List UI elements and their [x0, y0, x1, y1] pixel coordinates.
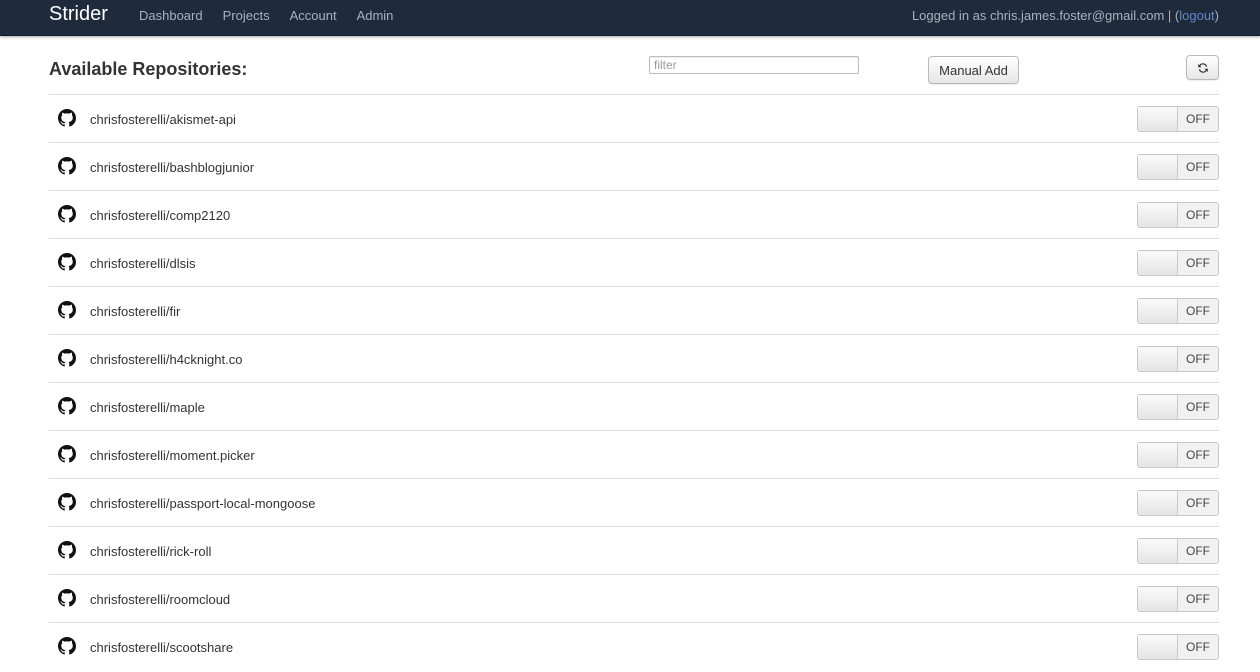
nav-dashboard-link[interactable]: Dashboard [129, 9, 213, 23]
github-icon [58, 589, 76, 607]
repo-name[interactable]: chrisfosterelli/roomcloud [90, 592, 230, 607]
toggle-off-label: OFF [1178, 587, 1218, 611]
github-icon [58, 637, 76, 655]
logged-in-text: Logged in as chris.james.foster@gmail.co… [911, 8, 1180, 23]
toggle-off-label: OFF [1178, 395, 1218, 419]
repository-list: chrisfosterelli/akismet-api OFF chrisfos… [49, 94, 1219, 670]
repo-name[interactable]: chrisfosterelli/scootshare [90, 640, 233, 655]
repo-toggle[interactable]: OFF [1137, 298, 1219, 324]
toggle-off-label: OFF [1178, 107, 1218, 131]
repo-row: chrisfosterelli/scootshare OFF [49, 622, 1219, 670]
nav-admin-link[interactable]: Admin [347, 9, 404, 23]
repo-name[interactable]: chrisfosterelli/dlsis [90, 256, 195, 271]
toggle-knob [1138, 635, 1178, 659]
repo-toggle[interactable]: OFF [1137, 394, 1219, 420]
repo-row: chrisfosterelli/fir OFF [49, 286, 1219, 334]
toggle-knob [1138, 539, 1178, 563]
repo-name[interactable]: chrisfosterelli/moment.picker [90, 448, 255, 463]
top-navbar: Strider Dashboard Projects Account Admin… [0, 0, 1260, 36]
repo-toggle[interactable]: OFF [1137, 490, 1219, 516]
repo-name[interactable]: chrisfosterelli/comp2120 [90, 208, 230, 223]
repo-row: chrisfosterelli/rick-roll OFF [49, 526, 1219, 574]
repo-toggle[interactable]: OFF [1137, 106, 1219, 132]
toggle-off-label: OFF [1178, 491, 1218, 515]
toggle-off-label: OFF [1178, 443, 1218, 467]
repo-row: chrisfosterelli/roomcloud OFF [49, 574, 1219, 622]
toggle-off-label: OFF [1178, 635, 1218, 659]
repo-row: chrisfosterelli/h4cknight.co OFF [49, 334, 1219, 382]
nav-projects-link[interactable]: Projects [213, 9, 280, 23]
refresh-button[interactable] [1186, 55, 1219, 80]
repo-name[interactable]: chrisfosterelli/bashblogjunior [90, 160, 254, 175]
github-icon [58, 205, 76, 223]
toggle-knob [1138, 251, 1178, 275]
repo-toggle[interactable]: OFF [1137, 250, 1219, 276]
github-icon [58, 109, 76, 127]
repo-name[interactable]: chrisfosterelli/rick-roll [90, 544, 211, 559]
filter-input[interactable] [649, 56, 859, 74]
toggle-knob [1138, 299, 1178, 323]
repo-row: chrisfosterelli/akismet-api OFF [49, 94, 1219, 142]
manual-add-button[interactable]: Manual Add [928, 56, 1019, 84]
toggle-off-label: OFF [1178, 251, 1218, 275]
repo-toggle[interactable]: OFF [1137, 586, 1219, 612]
logout-close-paren: ) [1214, 8, 1219, 23]
toggle-off-label: OFF [1178, 347, 1218, 371]
logout-link[interactable]: logout [1179, 8, 1214, 23]
repo-row: chrisfosterelli/moment.picker OFF [49, 430, 1219, 478]
repo-toggle[interactable]: OFF [1137, 634, 1219, 660]
github-icon [58, 349, 76, 367]
repo-row: chrisfosterelli/passport-local-mongoose … [49, 478, 1219, 526]
repo-toggle[interactable]: OFF [1137, 346, 1219, 372]
toggle-off-label: OFF [1178, 203, 1218, 227]
toggle-knob [1138, 443, 1178, 467]
toggle-knob [1138, 107, 1178, 131]
login-status: Logged in as chris.james.foster@gmail.co… [912, 9, 1219, 23]
repo-name[interactable]: chrisfosterelli/passport-local-mongoose [90, 496, 315, 511]
repo-toggle[interactable]: OFF [1137, 154, 1219, 180]
repo-toggle[interactable]: OFF [1137, 442, 1219, 468]
repo-row: chrisfosterelli/dlsis OFF [49, 238, 1219, 286]
github-icon [58, 157, 76, 175]
github-icon [58, 253, 76, 271]
toggle-knob [1138, 491, 1178, 515]
repo-toggle[interactable]: OFF [1137, 202, 1219, 228]
nav-account-link[interactable]: Account [280, 9, 347, 23]
repo-name[interactable]: chrisfosterelli/akismet-api [90, 112, 236, 127]
page-title: Available Repositories: [49, 59, 248, 79]
github-icon [58, 541, 76, 559]
repo-name[interactable]: chrisfosterelli/h4cknight.co [90, 352, 242, 367]
github-icon [58, 301, 76, 319]
repo-name[interactable]: chrisfosterelli/maple [90, 400, 205, 415]
toggle-knob [1138, 155, 1178, 179]
toggle-knob [1138, 395, 1178, 419]
refresh-icon [1197, 62, 1208, 73]
repo-row: chrisfosterelli/maple OFF [49, 382, 1219, 430]
github-icon [58, 493, 76, 511]
repo-name[interactable]: chrisfosterelli/fir [90, 304, 180, 319]
nav-links: Dashboard Projects Account Admin [129, 9, 403, 23]
toggle-knob [1138, 347, 1178, 371]
toggle-knob [1138, 203, 1178, 227]
toggle-off-label: OFF [1178, 155, 1218, 179]
repo-row: chrisfosterelli/bashblogjunior OFF [49, 142, 1219, 190]
github-icon [58, 445, 76, 463]
brand-logo[interactable]: Strider [49, 3, 108, 25]
github-icon [58, 397, 76, 415]
repo-toggle[interactable]: OFF [1137, 538, 1219, 564]
toggle-off-label: OFF [1178, 299, 1218, 323]
repo-row: chrisfosterelli/comp2120 OFF [49, 190, 1219, 238]
toggle-off-label: OFF [1178, 539, 1218, 563]
toggle-knob [1138, 587, 1178, 611]
